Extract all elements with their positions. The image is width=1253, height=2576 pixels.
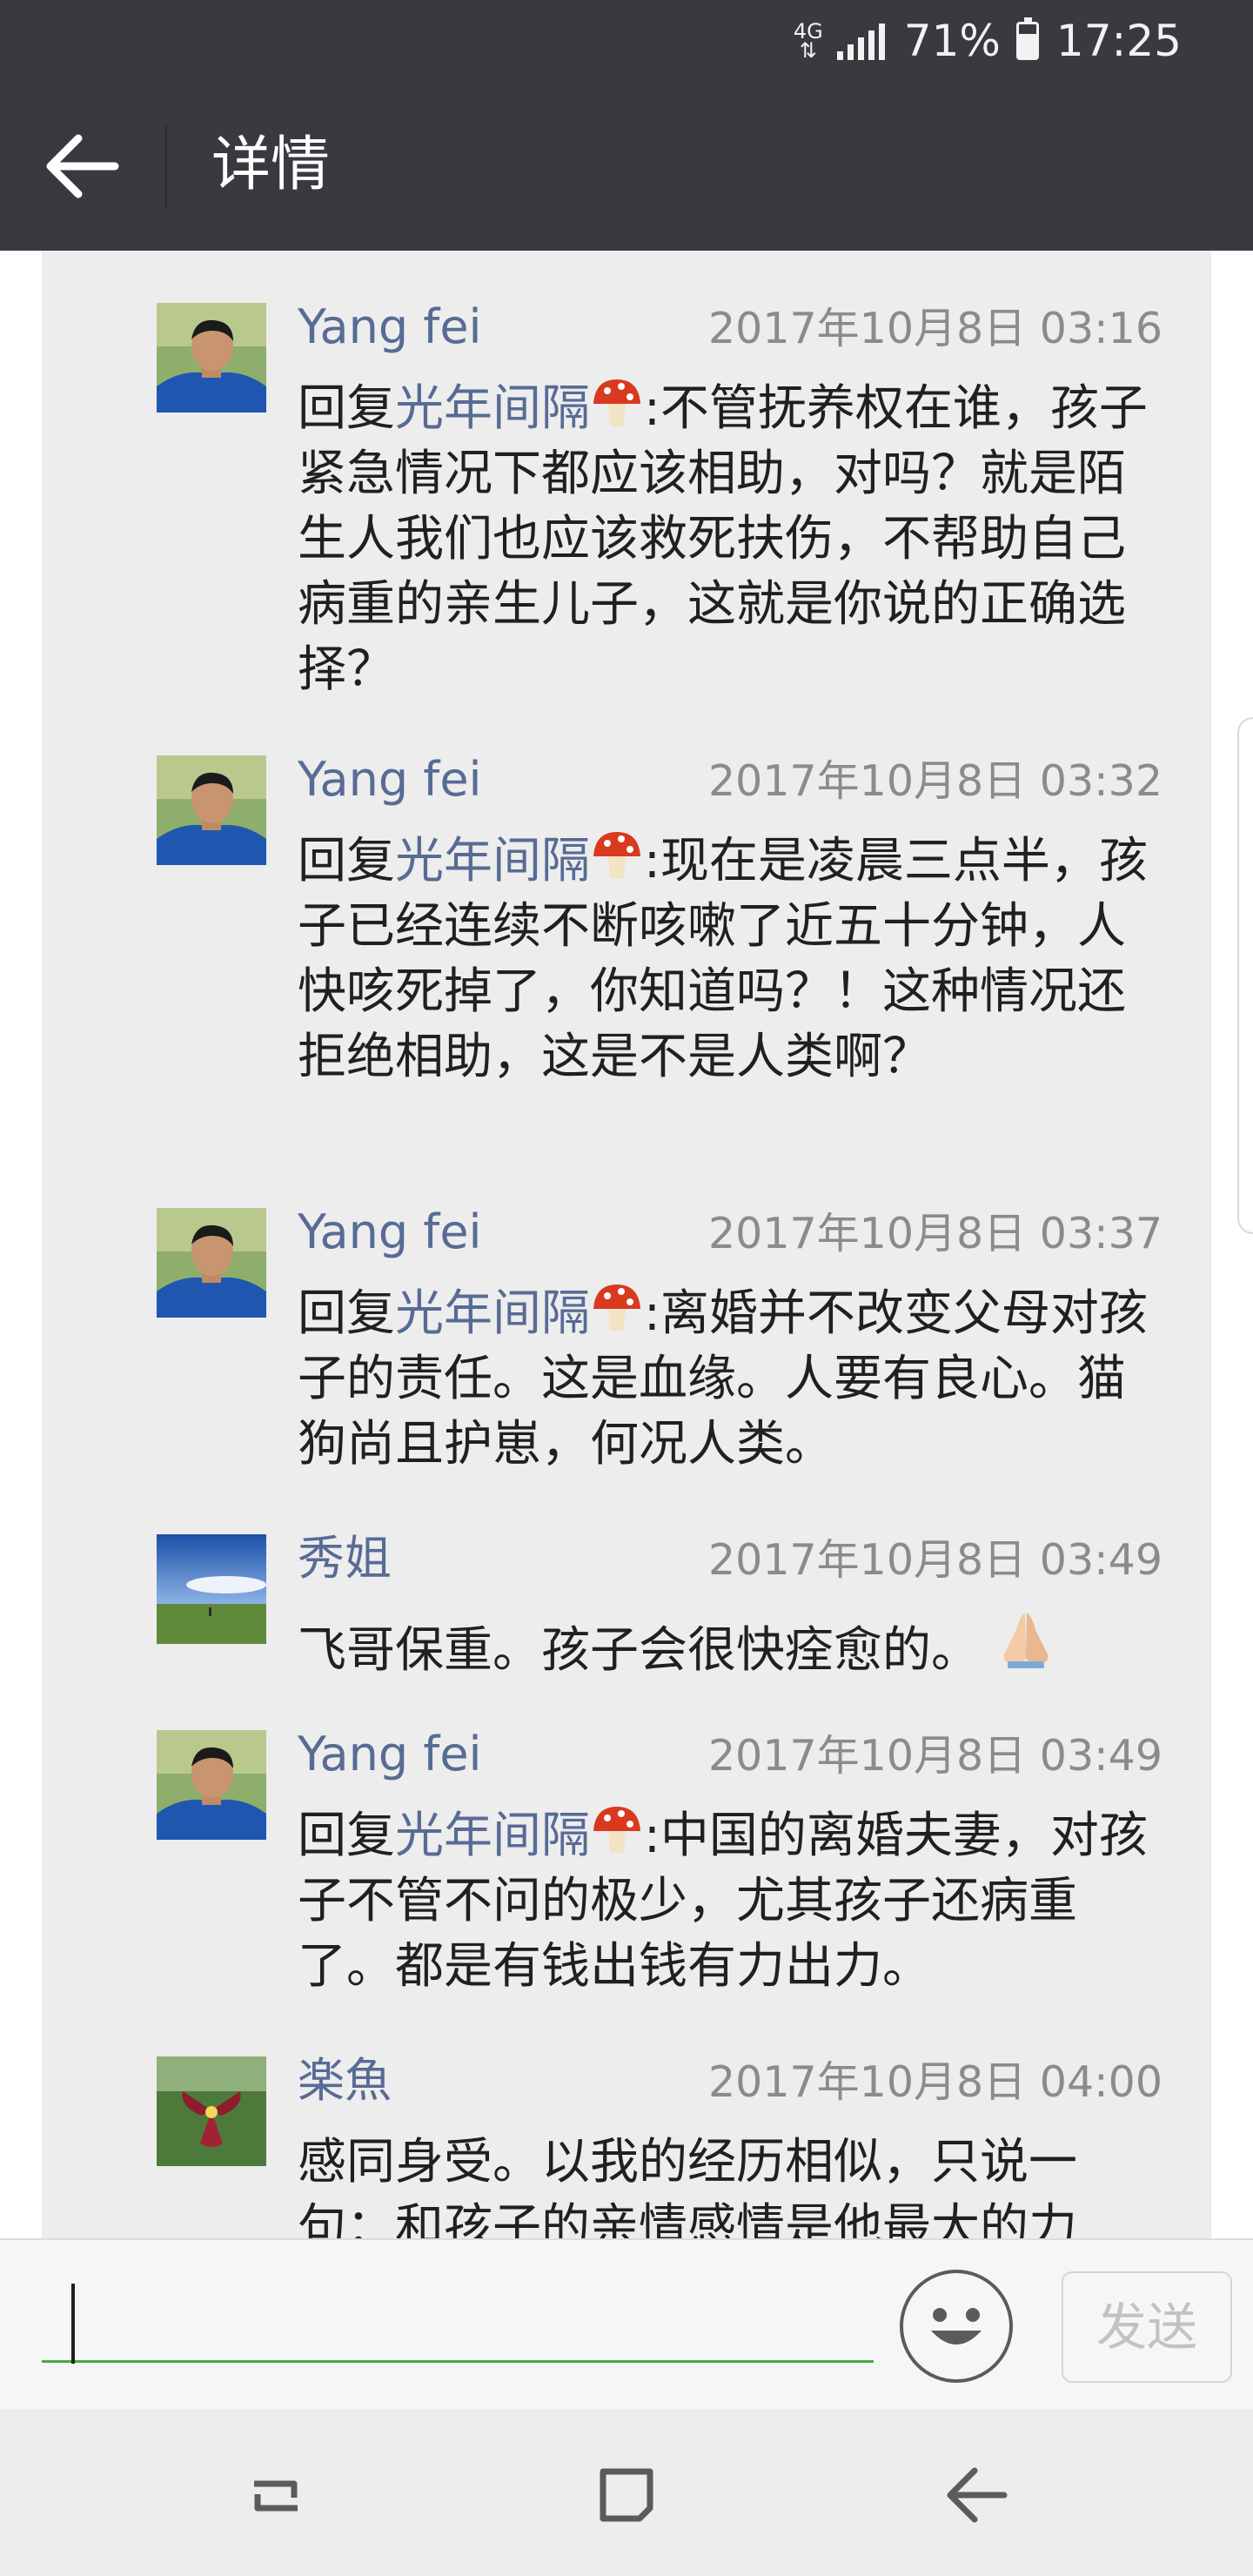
clock: 17:25 bbox=[1055, 16, 1182, 66]
comment-text: 回复光年间隔:现在是凌晨三点半，孩子已经连续不断咳嗽了近五十分钟，人快咳死掉了，… bbox=[298, 828, 1168, 1090]
status-indicators: 4G ⇅ 71% 17:25 bbox=[794, 0, 1182, 82]
commenter-name[interactable]: Yang fei bbox=[298, 298, 482, 357]
reply-prefix: 回复 bbox=[298, 380, 395, 437]
avatar[interactable] bbox=[157, 1730, 266, 1840]
comment-time: 2017年10月8日 03:49 bbox=[707, 1535, 1163, 1585]
avatar[interactable] bbox=[157, 755, 266, 865]
comment-body: 飞哥保重。孩子会很快痊愈的。 bbox=[298, 1622, 980, 1679]
man-portrait-image bbox=[157, 755, 266, 865]
avatar[interactable] bbox=[157, 1208, 266, 1318]
comment-text: 感同身受。以我的经历相似，只说一句：和孩子的亲情感情是他最大的力 bbox=[298, 2130, 1168, 2238]
red-flower-image bbox=[157, 2056, 266, 2166]
battery-icon bbox=[1015, 17, 1039, 60]
reply-prefix: 回复 bbox=[298, 1285, 395, 1342]
man-portrait-image bbox=[157, 1730, 266, 1840]
back-icon bbox=[947, 2467, 1008, 2523]
mushroom-icon bbox=[593, 1285, 640, 1332]
home-button[interactable] bbox=[579, 2447, 674, 2543]
signal-strength-icon bbox=[836, 22, 885, 60]
comment-text: 飞哥保重。孩子会很快痊愈的。 bbox=[298, 1607, 1168, 1683]
system-navigation-bar bbox=[0, 2409, 1253, 2576]
comment-body: 感同身受。以我的经历相似，只说一句：和孩子的亲情感情是他最大的力 bbox=[298, 2134, 1077, 2238]
comment-time: 2017年10月8日 04:00 bbox=[707, 2057, 1163, 2107]
mushroom-icon bbox=[593, 379, 640, 426]
title-divider bbox=[165, 125, 167, 207]
comment-time: 2017年10月8日 03:32 bbox=[707, 756, 1163, 806]
scroll-edge-handle[interactable] bbox=[1237, 717, 1253, 1234]
smiley-icon bbox=[931, 2308, 982, 2345]
reply-target-name[interactable]: 光年间隔 bbox=[395, 380, 590, 437]
mushroom-icon bbox=[593, 1807, 640, 1854]
emoji-button[interactable] bbox=[900, 2270, 1013, 2383]
man-portrait-image bbox=[157, 1208, 266, 1318]
text-caret bbox=[71, 2284, 75, 2364]
reply-prefix: 回复 bbox=[298, 1808, 395, 1864]
comment-input[interactable] bbox=[42, 2268, 874, 2363]
commenter-name[interactable]: Yang fei bbox=[298, 1203, 482, 1262]
reply-target-name[interactable]: 光年间隔 bbox=[395, 833, 590, 889]
comments-panel: Yang fei 2017年10月8日 03:16 回复光年间隔:不管抚养权在谁… bbox=[42, 251, 1211, 2238]
battery-percent: 71% bbox=[903, 16, 1001, 66]
home-icon bbox=[600, 2468, 653, 2522]
comment-time: 2017年10月8日 03:16 bbox=[707, 304, 1163, 353]
reply-target-name[interactable]: 光年间隔 bbox=[395, 1285, 590, 1342]
landscape-image bbox=[157, 1534, 266, 1644]
comment-text: 回复光年间隔:离婚并不改变父母对孩子的责任。这是血缘。人要有良心。猫狗尚且护崽，… bbox=[298, 1281, 1168, 1477]
title-bar: 详情 bbox=[0, 82, 1253, 251]
reply-prefix: 回复 bbox=[298, 833, 395, 889]
page-title: 详情 bbox=[211, 131, 331, 199]
data-activity-icon: ⇅ bbox=[799, 38, 817, 63]
avatar[interactable] bbox=[157, 2056, 266, 2166]
man-portrait-image bbox=[157, 303, 266, 413]
recents-button[interactable] bbox=[228, 2447, 324, 2543]
recents-icon bbox=[254, 2480, 298, 2512]
commenter-name[interactable]: Yang fei bbox=[298, 1725, 482, 1784]
back-nav-button[interactable] bbox=[929, 2447, 1025, 2543]
back-arrow-icon bbox=[46, 134, 119, 198]
reply-target-name[interactable]: 光年间隔 bbox=[395, 1808, 590, 1864]
mushroom-icon bbox=[593, 832, 640, 879]
status-bar: 4G ⇅ 71% 17:25 bbox=[0, 0, 1253, 82]
avatar[interactable] bbox=[157, 1534, 266, 1644]
commenter-name[interactable]: 楽魚 bbox=[298, 2051, 392, 2110]
commenter-name[interactable]: 秀姐 bbox=[298, 1529, 392, 1588]
comment-input-bar: 发送 bbox=[0, 2238, 1253, 2409]
praying-hands-icon bbox=[1003, 1613, 1049, 1668]
comment-time: 2017年10月8日 03:49 bbox=[707, 1731, 1163, 1781]
avatar[interactable] bbox=[157, 303, 266, 413]
send-button[interactable]: 发送 bbox=[1062, 2271, 1232, 2383]
comment-text: 回复光年间隔:不管抚养权在谁，孩子紧急情况下都应该相助，对吗？就是陌生人我们也应… bbox=[298, 376, 1168, 702]
network-type-indicator: 4G ⇅ bbox=[794, 21, 823, 63]
commenter-name[interactable]: Yang fei bbox=[298, 750, 482, 809]
back-button[interactable] bbox=[44, 132, 122, 200]
comment-text: 回复光年间隔:中国的离婚夫妻，对孩子不管不问的极少，尤其孩子还病重了。都是有钱出… bbox=[298, 1803, 1168, 1999]
comment-time: 2017年10月8日 03:37 bbox=[707, 1209, 1163, 1258]
comment-list[interactable]: Yang fei 2017年10月8日 03:16 回复光年间隔:不管抚养权在谁… bbox=[0, 251, 1253, 2238]
